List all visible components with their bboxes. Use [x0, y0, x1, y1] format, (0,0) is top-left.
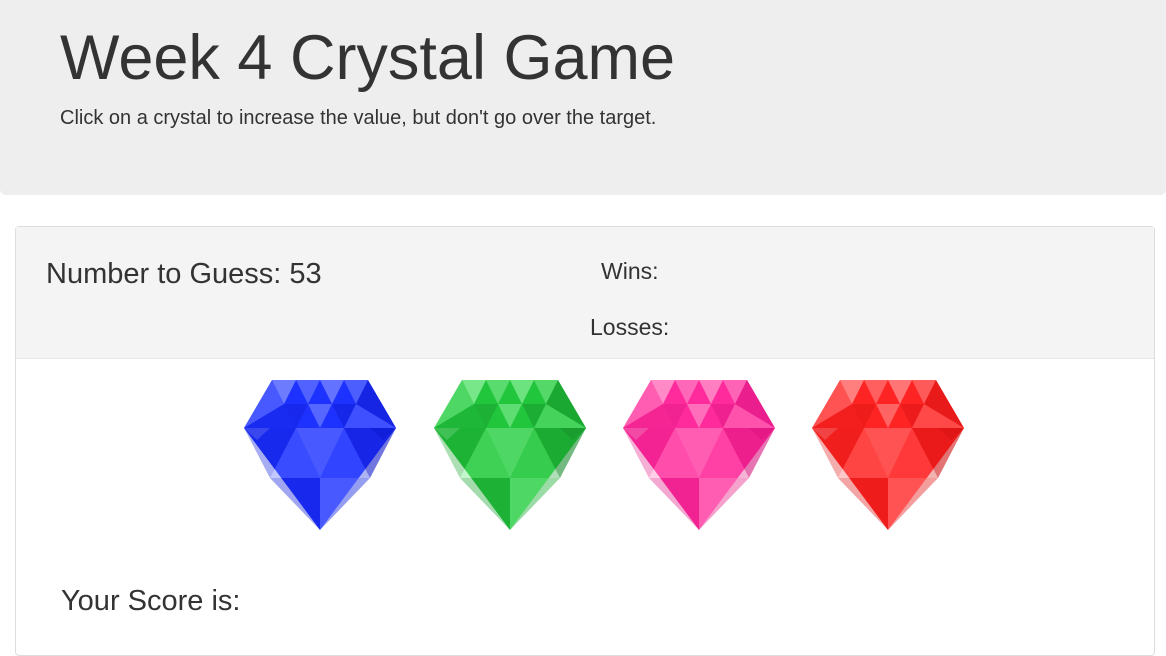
red-gem-icon	[812, 380, 964, 530]
pink-crystal[interactable]	[623, 378, 775, 530]
pink-gem-icon	[623, 380, 775, 530]
score-label: Your Score is:	[61, 585, 241, 617]
target-number: Number to Guess: 53	[46, 258, 322, 290]
green-crystal[interactable]	[434, 378, 586, 530]
losses-label: Losses:	[590, 314, 670, 340]
blue-gem-icon	[244, 380, 396, 530]
panel-heading: Number to Guess: 53 Wins: Losses:	[16, 227, 1154, 359]
red-crystal[interactable]	[812, 378, 964, 530]
green-gem-icon	[434, 380, 586, 530]
header-banner: Week 4 Crystal Game Click on a crystal t…	[0, 0, 1166, 195]
page-subtitle: Click on a crystal to increase the value…	[60, 107, 657, 129]
wins-label: Wins:	[601, 258, 659, 284]
page-title: Week 4 Crystal Game	[60, 23, 676, 93]
blue-crystal[interactable]	[244, 378, 396, 530]
